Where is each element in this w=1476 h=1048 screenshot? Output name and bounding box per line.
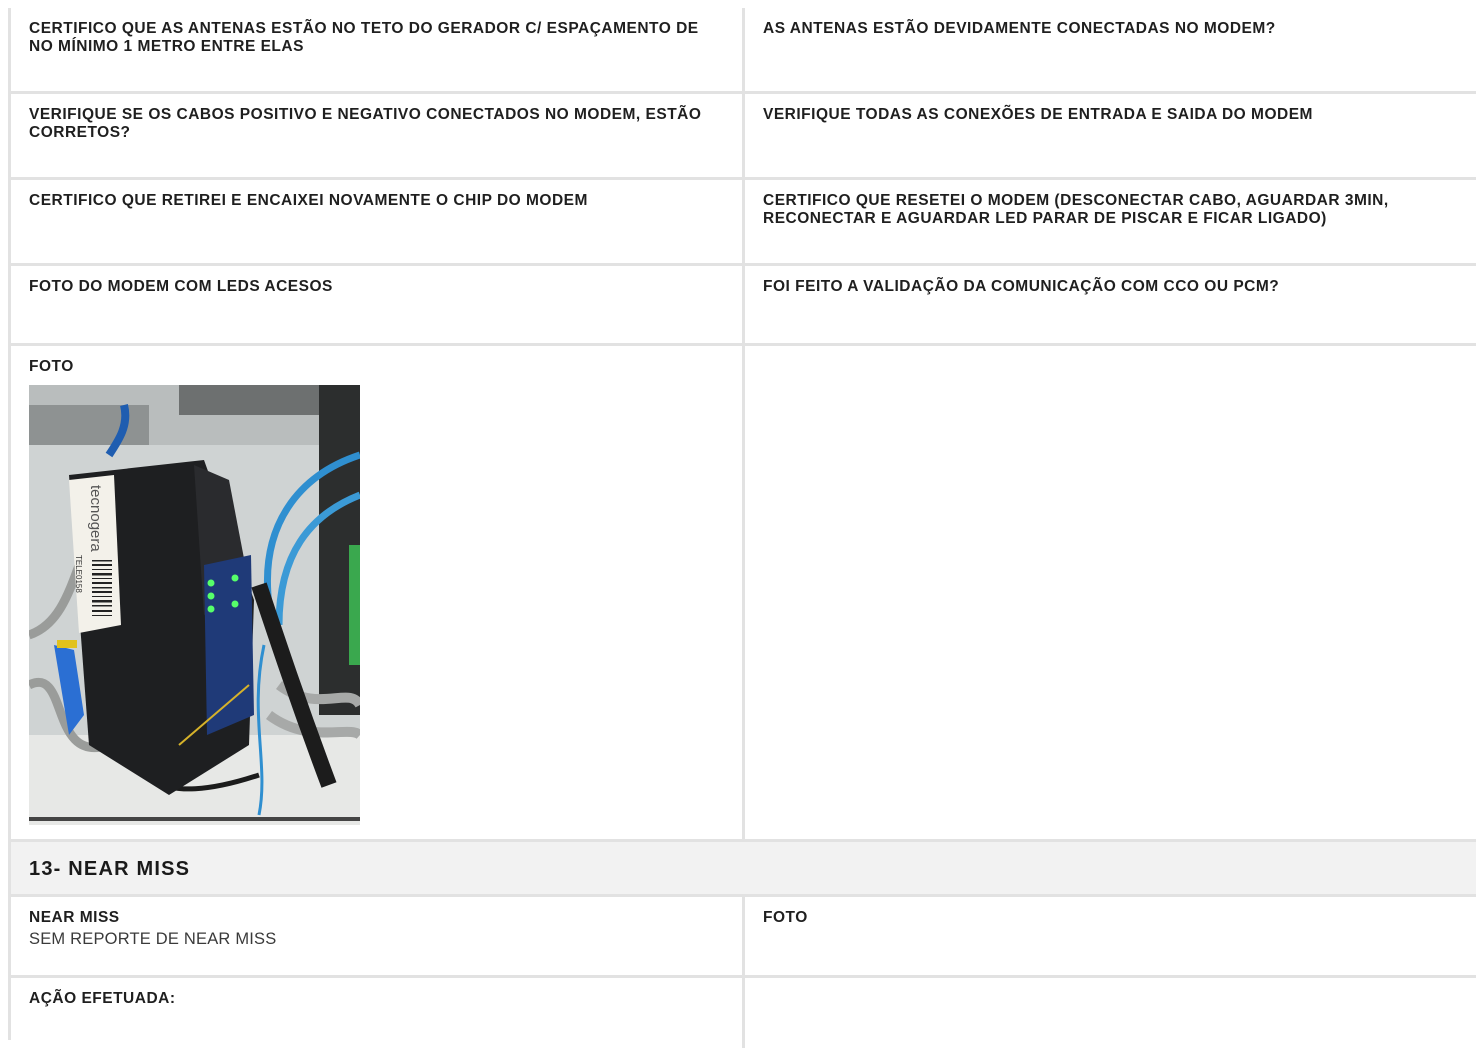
action-cell-empty — [745, 978, 1476, 1048]
question-label: CERTIFICO QUE RETIREI E ENCAIXEI NOVAMEN… — [29, 192, 588, 209]
checklist-cell: FOTO DO MODEM COM LEDS ACESOS — [11, 266, 745, 343]
question-label: CERTIFICO QUE RESETEI O MODEM (DESCONECT… — [763, 192, 1389, 227]
checklist-cell: VERIFIQUE SE OS CABOS POSITIVO E NEGATIV… — [11, 94, 745, 177]
near-miss-photo-cell: FOTO — [745, 897, 1476, 975]
checklist-row: CERTIFICO QUE AS ANTENAS ESTÃO NO TETO D… — [11, 8, 1476, 94]
near-miss-value: SEM REPORTE DE NEAR MISS — [29, 930, 277, 948]
modem-photo-illustration: tecnogera TELE0158 — [29, 385, 360, 825]
checklist-row: CERTIFICO QUE RETIREI E ENCAIXEI NOVAMEN… — [11, 180, 1476, 266]
inspection-sheet: CERTIFICO QUE AS ANTENAS ESTÃO NO TETO D… — [8, 8, 1476, 1048]
checklist-cell: CERTIFICO QUE RESETEI O MODEM (DESCONECT… — [745, 180, 1476, 263]
checklist-cell: AS ANTENAS ESTÃO DEVIDAMENTE CONECTADAS … — [745, 8, 1476, 91]
question-label: CERTIFICO QUE AS ANTENAS ESTÃO NO TETO D… — [29, 20, 699, 55]
action-row: AÇÃO EFETUADA: — [11, 978, 1476, 1048]
checklist-row: VERIFIQUE SE OS CABOS POSITIVO E NEGATIV… — [11, 94, 1476, 180]
section-header: 13- NEAR MISS — [11, 842, 1476, 897]
action-cell: AÇÃO EFETUADA: — [11, 978, 745, 1048]
photo-row: FOTO tecnogera TELE0158 — [11, 346, 1476, 842]
checklist-cell: CERTIFICO QUE RETIREI E ENCAIXEI NOVAMEN… — [11, 180, 745, 263]
photo-label: FOTO — [29, 358, 74, 375]
photo-cell-empty — [745, 346, 1476, 839]
question-label: AS ANTENAS ESTÃO DEVIDAMENTE CONECTADAS … — [763, 20, 1276, 37]
photo-cell: FOTO tecnogera TELE0158 — [11, 346, 745, 839]
question-label: VERIFIQUE SE OS CABOS POSITIVO E NEGATIV… — [29, 106, 702, 141]
sticker-serial-text: TELE0158 — [74, 555, 83, 593]
checklist-cell: CERTIFICO QUE AS ANTENAS ESTÃO NO TETO D… — [11, 8, 745, 91]
question-label: FOI FEITO A VALIDAÇÃO DA COMUNICAÇÃO COM… — [763, 278, 1280, 295]
question-label: FOTO DO MODEM COM LEDS ACESOS — [29, 278, 333, 295]
checklist-row: FOTO DO MODEM COM LEDS ACESOS FOI FEITO … — [11, 266, 1476, 346]
modem-photo[interactable]: tecnogera TELE0158 — [29, 385, 360, 825]
near-miss-photo-label: FOTO — [763, 909, 808, 926]
near-miss-row: NEAR MISS SEM REPORTE DE NEAR MISS FOTO — [11, 897, 1476, 978]
checklist-cell: FOI FEITO A VALIDAÇÃO DA COMUNICAÇÃO COM… — [745, 266, 1476, 343]
checklist-cell: VERIFIQUE TODAS AS CONEXÕES DE ENTRADA E… — [745, 94, 1476, 177]
question-label: VERIFIQUE TODAS AS CONEXÕES DE ENTRADA E… — [763, 106, 1313, 123]
near-miss-cell: NEAR MISS SEM REPORTE DE NEAR MISS — [11, 897, 745, 975]
action-label: AÇÃO EFETUADA: — [29, 990, 176, 1007]
near-miss-label: NEAR MISS — [29, 909, 120, 926]
sticker-brand-text: tecnogera — [87, 485, 104, 552]
